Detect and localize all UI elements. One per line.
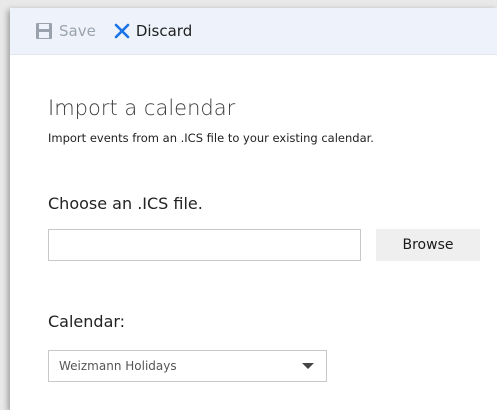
browse-button[interactable]: Browse — [376, 229, 480, 261]
ics-file-input[interactable] — [48, 229, 361, 261]
save-icon — [35, 22, 53, 40]
page-subtitle: Import events from an .ICS file to your … — [48, 131, 374, 145]
save-button[interactable]: Save — [35, 8, 96, 54]
close-icon — [114, 23, 130, 39]
window-backdrop: Save Discard Import a calendar Import ev… — [0, 0, 497, 410]
calendar-select-value: Weizmann Holidays — [59, 359, 177, 373]
toolbar: Save Discard — [10, 8, 497, 55]
discard-button[interactable]: Discard — [114, 8, 192, 54]
discard-label: Discard — [135, 22, 193, 40]
file-section-label: Choose an .ICS file. — [48, 194, 203, 213]
import-calendar-panel: Save Discard Import a calendar Import ev… — [10, 8, 497, 410]
calendar-section-label: Calendar: — [48, 312, 126, 331]
calendar-select[interactable]: Weizmann Holidays — [48, 350, 327, 382]
page-title: Import a calendar — [48, 96, 236, 120]
save-label: Save — [59, 22, 96, 40]
chevron-down-icon — [302, 363, 314, 369]
